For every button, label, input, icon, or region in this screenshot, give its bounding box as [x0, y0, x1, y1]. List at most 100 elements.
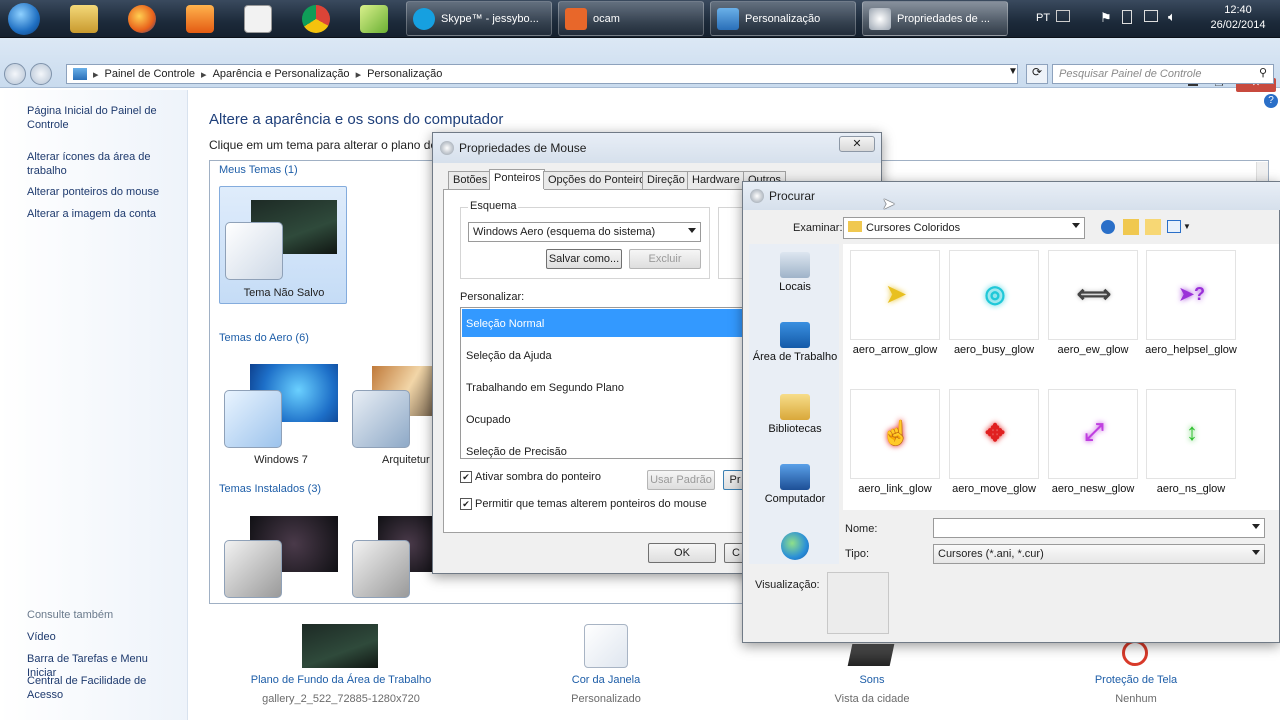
- dialog-titlebar[interactable]: Propriedades de Mouse: [433, 133, 881, 163]
- tab-botoes[interactable]: Botões: [448, 171, 493, 189]
- cursor-label[interactable]: aero_ns_glow: [1141, 483, 1241, 495]
- sounds-icon[interactable]: [847, 644, 895, 666]
- search-icon[interactable]: ⚲: [1259, 66, 1267, 79]
- cursor-tile-link[interactable]: ☝: [850, 389, 940, 479]
- list-item[interactable]: Seleção da Ajuda: [462, 341, 745, 369]
- media-player-icon[interactable]: [186, 5, 214, 33]
- language-indicator[interactable]: PT: [1036, 12, 1050, 24]
- tab-ponteiros[interactable]: Ponteiros: [489, 169, 546, 190]
- cursor-label[interactable]: aero_nesw_glow: [1043, 483, 1143, 495]
- sidebar-link-account-picture[interactable]: Alterar a imagem da conta: [27, 207, 177, 221]
- list-item[interactable]: Seleção Normal: [462, 309, 745, 337]
- breadcrumb[interactable]: ▸ Painel de Controle ▸ Aparência e Perso…: [66, 64, 1018, 84]
- taskbar-button-ocam[interactable]: ocam: [558, 1, 704, 36]
- new-folder-icon[interactable]: [1145, 219, 1161, 235]
- forward-button[interactable]: [30, 63, 52, 85]
- cursor-tile-busy[interactable]: ◎: [949, 250, 1039, 340]
- start-button[interactable]: [8, 3, 40, 35]
- save-as-button[interactable]: Salvar como...: [546, 249, 622, 269]
- theme-installed-2[interactable]: [350, 514, 434, 602]
- firefox-icon[interactable]: [128, 5, 156, 33]
- scheme-select[interactable]: Windows Aero (esquema do sistema): [468, 222, 701, 242]
- keyboard-icon[interactable]: [1056, 10, 1070, 22]
- notes-icon[interactable]: [360, 5, 388, 33]
- dialog-titlebar[interactable]: Procurar: [743, 182, 1280, 210]
- cursor-label[interactable]: aero_arrow_glow: [845, 344, 945, 356]
- ok-button[interactable]: OK: [648, 543, 716, 563]
- cursor-label[interactable]: aero_link_glow: [845, 483, 945, 495]
- tab-hardware[interactable]: Hardware: [687, 171, 745, 189]
- network-icon[interactable]: [1144, 10, 1158, 22]
- theme-arquitetura[interactable]: Arquitetur: [350, 362, 434, 472]
- bottom-screensaver-title[interactable]: Proteção de Tela: [1076, 674, 1196, 686]
- name-input[interactable]: [933, 518, 1265, 538]
- theme-installed-1[interactable]: [222, 514, 340, 602]
- chrome-icon[interactable]: [302, 5, 330, 33]
- help-icon[interactable]: ?: [1264, 94, 1278, 108]
- no-screensaver-icon[interactable]: [1122, 640, 1148, 666]
- cursor-label[interactable]: aero_helpsel_glow: [1141, 344, 1241, 356]
- wallpaper-thumbnail[interactable]: [302, 624, 378, 668]
- taskbar-button-personalizacao[interactable]: Personalização: [710, 1, 856, 36]
- cursor-tile-ns[interactable]: ↕: [1146, 389, 1236, 479]
- sidebar-link-mouse-pointers[interactable]: Alterar ponteiros do mouse: [27, 185, 177, 199]
- clock-time[interactable]: 12:40: [1208, 4, 1268, 16]
- explorer-icon[interactable]: [70, 5, 98, 33]
- place-bibliotecas[interactable]: Bibliotecas: [751, 394, 839, 435]
- themes-checkbox[interactable]: ✔: [460, 498, 472, 510]
- shadow-checkbox[interactable]: ✔: [460, 471, 472, 483]
- list-item[interactable]: Seleção de Precisão: [462, 437, 745, 458]
- crumb-aparencia[interactable]: Aparência e Personalização: [213, 68, 350, 80]
- sidebar-link-desktop-icons[interactable]: Alterar ícones da área de trabalho: [27, 150, 177, 178]
- cursor-tile-move[interactable]: ✥: [949, 389, 1039, 479]
- sidebar-link-video[interactable]: Vídeo: [27, 630, 177, 644]
- chevron-down-icon[interactable]: ▼: [1008, 66, 1018, 77]
- scheme-label: Esquema: [468, 200, 519, 212]
- cursor-tile-nesw[interactable]: ⤢: [1048, 389, 1138, 479]
- sidebar-link-accessibility[interactable]: Central de Facilidade de Acesso: [27, 674, 177, 702]
- place-computador[interactable]: Computador: [751, 464, 839, 505]
- device-icon[interactable]: [1122, 10, 1132, 24]
- type-select[interactable]: Cursores (*.ani, *.cur): [933, 544, 1265, 564]
- flag-icon[interactable]: ⚑: [1100, 10, 1112, 26]
- cursor-label[interactable]: aero_busy_glow: [944, 344, 1044, 356]
- bottom-color-title[interactable]: Cor da Janela: [546, 674, 666, 686]
- place-locais[interactable]: Locais: [751, 252, 839, 293]
- cursor-label[interactable]: aero_ew_glow: [1043, 344, 1143, 356]
- search-input[interactable]: Pesquisar Painel de Controle: [1052, 64, 1274, 84]
- bottom-wallpaper-title[interactable]: Plano de Fundo da Área de Trabalho: [230, 674, 452, 686]
- tab-direcao[interactable]: Direção: [642, 171, 690, 189]
- look-in-select[interactable]: Cursores Coloridos: [843, 217, 1085, 239]
- back-icon[interactable]: [1101, 220, 1115, 234]
- delete-button[interactable]: Excluir: [629, 249, 701, 269]
- theme-windows7[interactable]: Windows 7: [222, 362, 340, 472]
- view-menu-icon[interactable]: [1167, 220, 1181, 233]
- chevron-down-icon[interactable]: ▼: [1183, 222, 1191, 231]
- document-icon[interactable]: [244, 5, 272, 33]
- volume-icon[interactable]: 🔈︎: [1168, 9, 1176, 25]
- list-item[interactable]: Ocupado: [462, 405, 745, 433]
- cursor-tile-ew[interactable]: ⟺: [1048, 250, 1138, 340]
- place-area-trabalho[interactable]: Área de Trabalho: [751, 322, 839, 363]
- tab-opcoes-ponteiro[interactable]: Opções do Ponteiro: [543, 171, 651, 189]
- back-button[interactable]: [4, 63, 26, 85]
- theme-unsaved[interactable]: Tema Não Salvo: [219, 186, 347, 304]
- clock-date[interactable]: 26/02/2014: [1198, 19, 1278, 31]
- close-icon[interactable]: ✕: [839, 136, 875, 152]
- pointer-list[interactable]: Seleção Normal Seleção da Ajuda Trabalha…: [460, 307, 750, 459]
- list-item[interactable]: Trabalhando em Segundo Plano: [462, 373, 745, 401]
- cursor-label[interactable]: aero_move_glow: [944, 483, 1044, 495]
- sidebar-link-home[interactable]: Página Inicial do Painel de Controle: [27, 104, 177, 132]
- cursor-tile-helpsel[interactable]: ➤?: [1146, 250, 1236, 340]
- taskbar-button-skype[interactable]: Skype™ - jessybo...: [406, 1, 552, 36]
- network-icon[interactable]: [781, 532, 809, 560]
- use-default-button[interactable]: Usar Padrão: [647, 470, 715, 490]
- cursor-tile-arrow[interactable]: ➤: [850, 250, 940, 340]
- up-folder-icon[interactable]: [1123, 219, 1139, 235]
- crumb-painel[interactable]: Painel de Controle: [105, 68, 196, 80]
- crumb-personalizacao[interactable]: Personalização: [367, 68, 442, 80]
- taskbar-button-propriedades[interactable]: Propriedades de ...: [862, 1, 1008, 36]
- window-color-swatch[interactable]: [584, 624, 628, 668]
- refresh-icon[interactable]: ⟳: [1026, 64, 1048, 84]
- bottom-sounds-title[interactable]: Sons: [812, 674, 932, 686]
